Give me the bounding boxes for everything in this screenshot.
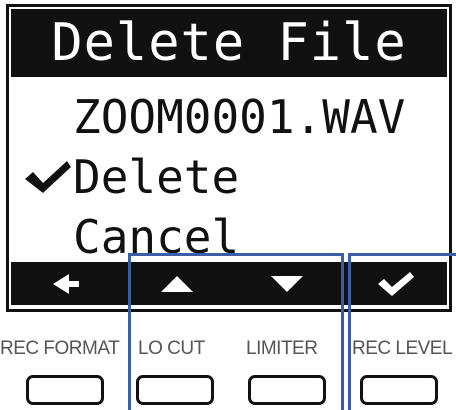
- limiter-label: LIMITER: [246, 338, 318, 359]
- rec-level-button[interactable]: [360, 375, 438, 405]
- lo-cut-label: LO CUT: [138, 338, 205, 359]
- left-arrow-icon: [53, 274, 79, 294]
- file-name: ZOOM0001.WAV: [73, 90, 406, 144]
- rec-format-label: REC FORMAT: [0, 338, 120, 359]
- check-icon: [25, 161, 71, 193]
- softkey-back: [15, 268, 119, 300]
- menu-item-delete[interactable]: Delete: [73, 149, 239, 205]
- rec-format-button[interactable]: [26, 375, 104, 405]
- limiter-button[interactable]: [248, 375, 326, 405]
- rec-level-label: REC LEVEL: [352, 338, 453, 359]
- screen-title: Delete File: [11, 9, 447, 77]
- lo-cut-button[interactable]: [136, 375, 214, 405]
